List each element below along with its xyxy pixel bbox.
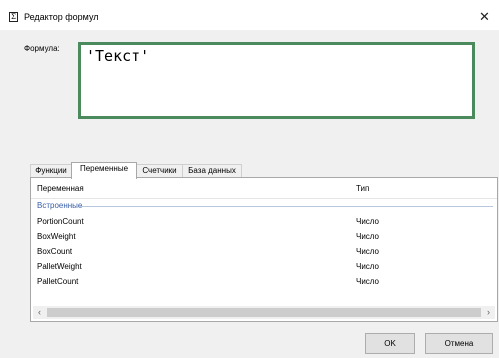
variable-type: Число bbox=[356, 217, 380, 226]
variable-name: BoxCount bbox=[37, 247, 73, 256]
formula-input[interactable]: 'Текст' bbox=[78, 42, 475, 119]
variable-name: BoxWeight bbox=[37, 232, 76, 241]
formula-text[interactable]: 'Текст' bbox=[86, 47, 149, 65]
scroll-right-icon[interactable]: › bbox=[482, 306, 495, 319]
variable-name: PalletCount bbox=[37, 277, 79, 286]
sigma-icon: Σ bbox=[9, 12, 18, 22]
variables-panel: Переменная Тип Встроенные PortionCount Ч… bbox=[30, 177, 498, 322]
column-header-variable[interactable]: Переменная bbox=[37, 184, 84, 194]
ok-button[interactable]: OK bbox=[365, 333, 415, 354]
title-bar: Σ Редактор формул ✕ bbox=[0, 0, 499, 30]
tab-variables[interactable]: Переменные bbox=[71, 162, 137, 179]
window-title: Редактор формул bbox=[24, 12, 99, 22]
group-divider bbox=[79, 206, 493, 207]
variable-type: Число bbox=[356, 277, 380, 286]
scroll-thumb[interactable] bbox=[47, 308, 481, 317]
tab-database[interactable]: База данных bbox=[182, 164, 242, 178]
group-label-builtin: Встроенные bbox=[37, 201, 83, 210]
formula-editor-window: Σ Редактор формул ✕ Формула: 'Текст' Фун… bbox=[0, 0, 499, 358]
variable-type: Число bbox=[356, 247, 380, 256]
formula-label: Формула: bbox=[24, 44, 60, 53]
tab-counters[interactable]: Счетчики bbox=[136, 164, 183, 178]
table-row[interactable]: PalletWeight Число bbox=[31, 260, 497, 274]
table-row[interactable]: BoxWeight Число bbox=[31, 230, 497, 244]
horizontal-scrollbar[interactable]: ‹ › bbox=[33, 306, 495, 319]
variable-name: PalletWeight bbox=[37, 262, 82, 271]
variable-name: PortionCount bbox=[37, 217, 84, 226]
column-header-type[interactable]: Тип bbox=[356, 184, 369, 194]
table-row[interactable]: BoxCount Число bbox=[31, 245, 497, 259]
scroll-left-icon[interactable]: ‹ bbox=[33, 306, 46, 319]
cancel-button[interactable]: Отмена bbox=[425, 333, 493, 354]
table-row[interactable]: PortionCount Число bbox=[31, 215, 497, 229]
variable-type: Число bbox=[356, 262, 380, 271]
tab-functions[interactable]: Функции bbox=[30, 164, 72, 178]
table-row[interactable]: PalletCount Число bbox=[31, 275, 497, 289]
header-divider bbox=[31, 198, 497, 199]
variable-type: Число bbox=[356, 232, 380, 241]
close-icon[interactable]: ✕ bbox=[470, 6, 499, 28]
